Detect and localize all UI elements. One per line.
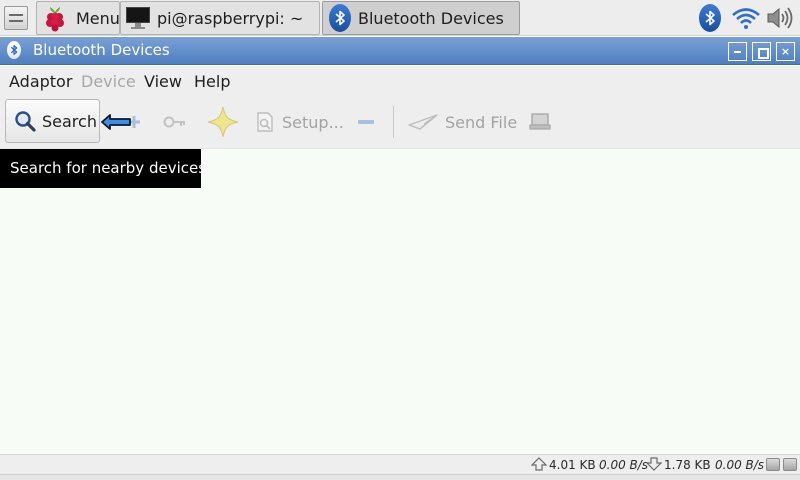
- send-file-button[interactable]: Send File: [408, 99, 520, 145]
- upload-total: 4.01 KB: [549, 458, 596, 472]
- bluetooth-task-label: Bluetooth Devices: [358, 8, 504, 28]
- send-file-label: Send File: [445, 112, 518, 132]
- menubar: Adaptor Device View Help: [0, 66, 800, 96]
- toolbar-separator: [393, 106, 394, 138]
- search-label: Search: [42, 111, 97, 131]
- terminal-task-button[interactable]: pi@raspberrypi: ~: [120, 1, 320, 35]
- adapter-status-icon: [766, 458, 780, 471]
- menu-button[interactable]: Menu: [36, 1, 120, 35]
- file-manager-icon[interactable]: [4, 6, 28, 30]
- setup-label: Setup...: [282, 112, 344, 132]
- search-icon: [15, 111, 36, 132]
- bluetooth-icon: [7, 41, 21, 59]
- terminal-task-label: pi@raspberrypi: ~: [157, 8, 304, 28]
- taskbar: Menu pi@raspberrypi: ~ Bluetooth Devices: [0, 0, 800, 36]
- device-list[interactable]: [0, 148, 800, 454]
- terminal-icon: [126, 7, 150, 29]
- close-button[interactable]: ×: [776, 42, 795, 61]
- trust-star-icon: [207, 106, 239, 138]
- setup-button[interactable]: Setup...: [255, 99, 345, 145]
- tray-wifi-button[interactable]: [730, 2, 762, 34]
- maximize-button[interactable]: [752, 42, 771, 61]
- add-device-button[interactable]: [100, 99, 144, 145]
- close-icon: ×: [780, 45, 791, 58]
- desktop: Menu pi@raspberrypi: ~ Bluetooth Devices: [0, 0, 800, 480]
- search-button[interactable]: Search: [5, 99, 100, 143]
- key-icon: [163, 116, 185, 128]
- upload-rate: 0.00 B/s: [599, 458, 649, 472]
- bluetooth-task-button[interactable]: Bluetooth Devices: [322, 1, 520, 35]
- bluetooth-icon: [699, 4, 721, 32]
- menu-help[interactable]: Help: [194, 72, 230, 91]
- upload-icon: [531, 457, 547, 471]
- remove-icon: [358, 120, 374, 124]
- download-rate: 0.00 B/s: [715, 458, 765, 472]
- browse-device-button[interactable]: [527, 99, 553, 145]
- minimize-button[interactable]: [728, 42, 747, 61]
- download-total: 1.78 KB: [664, 458, 711, 472]
- window-bottom-border: [0, 474, 800, 480]
- download-icon: [646, 457, 662, 471]
- add-icon: [101, 114, 140, 130]
- menu-view[interactable]: View: [144, 72, 182, 91]
- wifi-icon: [732, 8, 760, 29]
- tray-volume-button[interactable]: [764, 2, 796, 34]
- menu-adaptor[interactable]: Adaptor: [9, 72, 72, 91]
- window-titlebar[interactable]: Bluetooth Devices ×: [0, 37, 800, 65]
- remove-button[interactable]: [355, 99, 377, 145]
- setup-icon: [257, 112, 273, 132]
- window-title: Bluetooth Devices: [33, 41, 170, 59]
- bluetooth-icon: [329, 4, 351, 32]
- statusbar: 4.01 KB 0.00 B/s 1.78 KB 0.00 B/s: [0, 454, 800, 474]
- toolbar: Search Setup... Send File: [0, 96, 800, 148]
- trust-button[interactable]: [205, 99, 241, 145]
- send-file-icon: [408, 114, 438, 130]
- menu-device[interactable]: Device: [81, 72, 136, 91]
- browse-icon: [529, 113, 551, 130]
- search-tooltip: Search for nearby devices: [0, 149, 206, 188]
- pair-button[interactable]: [160, 99, 190, 145]
- menu-label: Menu: [76, 8, 120, 28]
- raspberry-pi-icon: [41, 4, 69, 32]
- volume-icon: [767, 7, 793, 29]
- connection-status-icon: [783, 458, 797, 471]
- tray-bluetooth-button[interactable]: [696, 2, 724, 34]
